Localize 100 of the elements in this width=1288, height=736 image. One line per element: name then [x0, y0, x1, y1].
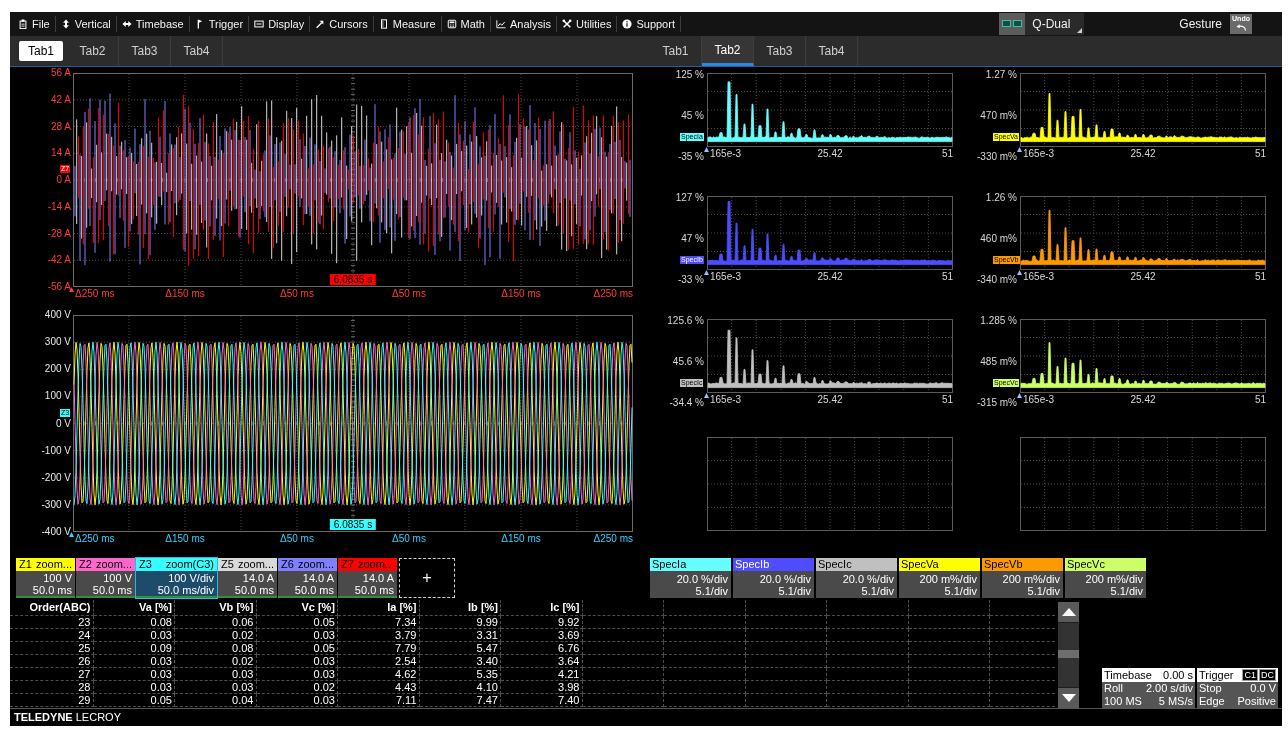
tab[interactable]: Tab3	[119, 36, 171, 66]
horizontal-scale-value: 5.1/div	[778, 584, 811, 597]
menu-item[interactable]: Utilities	[556, 14, 617, 34]
table-cell: 24	[10, 628, 93, 641]
marker-icon	[1017, 393, 1022, 398]
marker-icon	[69, 532, 74, 537]
display-mode-button[interactable]: Q-Dual	[999, 13, 1085, 35]
table-cell: 28	[10, 680, 93, 693]
axis-label: -56 A	[47, 282, 71, 292]
vertical-arrows-icon	[60, 19, 71, 29]
monitor-icon	[254, 19, 265, 29]
scroll-up-button[interactable]	[1058, 602, 1079, 622]
dual-window-icon	[999, 13, 1026, 35]
descriptor-header: SpecVa	[899, 558, 980, 571]
horizontal-scale-value: 5.1/div	[944, 584, 977, 597]
tab[interactable]: Tab3	[754, 36, 806, 66]
trace-id: Z5	[221, 558, 234, 571]
table-cell: 3.98	[500, 680, 582, 693]
descriptor-header: SpecVc	[1065, 558, 1146, 571]
scale-value: 100 V	[43, 571, 72, 584]
scale-value: 20.0 %/div	[842, 572, 894, 585]
axis-label: -35 %	[677, 152, 704, 162]
table-cell: 3.40	[419, 654, 501, 667]
trace-descriptor[interactable]: Z5 zoom... 14.0 A 50.0 ms	[218, 558, 277, 598]
axis-label: -28 A	[47, 228, 71, 239]
table-cell: 6.76	[500, 641, 582, 654]
trace-descriptor[interactable]: SpecVb 200 m%/div 5.1/div	[982, 558, 1063, 598]
axis-label: Δ150 ms	[165, 533, 205, 544]
trace-descriptor[interactable]: Z3 zoom(C3) 100 V/div 50.0 ms/div	[136, 558, 217, 598]
scale-value: 14.0 A	[362, 571, 394, 584]
axis-label: 45 %	[681, 111, 704, 121]
horizontal-scale-value: 5.1/div	[861, 584, 894, 597]
add-trace-button[interactable]: +	[399, 558, 455, 598]
tab[interactable]: Tab4	[171, 36, 223, 66]
dropdown-corner-icon	[1077, 28, 1083, 33]
trace-descriptor[interactable]: SpecIc 20.0 %/div 5.1/div	[816, 558, 897, 598]
menu-item[interactable]: Math	[441, 14, 490, 34]
table-cell: 0.06	[174, 615, 256, 628]
menu-item[interactable]: Support	[617, 14, 680, 34]
axis-label: 0 A	[56, 175, 71, 185]
column-header: Vc [%]	[256, 600, 338, 615]
table-cell: 2.54	[337, 654, 419, 667]
trace-id: Z7	[341, 558, 354, 571]
trace-descriptor[interactable]: SpecVc 200 m%/div 5.1/div	[1065, 558, 1146, 598]
trace-descriptor[interactable]: Z1 zoom... 100 V 50.0 ms	[16, 558, 75, 598]
menu-item[interactable]: Timebase	[116, 14, 189, 34]
table-cell: 3.79	[337, 628, 419, 641]
axis-label: -300 V	[41, 499, 71, 510]
axis-label: 1.26 %	[985, 193, 1017, 203]
trigger-badge: DC	[1259, 669, 1276, 681]
marker-icon	[1017, 147, 1022, 152]
trace-descriptor[interactable]: Z2 zoom... 100 V 50.0 ms	[76, 558, 135, 598]
up-arrow-icon	[1061, 608, 1076, 616]
axis-label: 51	[1254, 148, 1266, 159]
axis-label: -400 V	[41, 527, 71, 537]
tab[interactable]: Tab2	[67, 36, 119, 66]
table-cell: 0.03	[256, 693, 338, 706]
trace-descriptor[interactable]: SpecIa 20.0 %/div 5.1/div	[650, 558, 731, 598]
timebase-value: 50.0 ms	[294, 583, 334, 596]
tab[interactable]: Tab4	[806, 36, 858, 66]
column-header: Ic [%]	[500, 600, 582, 615]
panel-value: 0.00 s	[1163, 668, 1193, 682]
tab[interactable]: Tab2	[702, 36, 754, 66]
trace-descriptor[interactable]: SpecVa 200 m%/div 5.1/div	[899, 558, 980, 598]
menu-item[interactable]: Measure	[373, 14, 441, 34]
setting-value: 0.0 V	[1250, 682, 1276, 695]
trace-descriptor[interactable]: SpecIb 20.0 %/div 5.1/div	[733, 558, 814, 598]
table-cell: 7.40	[500, 693, 582, 706]
menu-item[interactable]: Display	[249, 14, 310, 34]
axis-label: 42 A	[50, 94, 71, 105]
axis-label: 14 A	[50, 148, 71, 159]
axis-label: 470 m%	[980, 111, 1017, 121]
table-cell: 0.03	[256, 667, 338, 680]
axis-label: 165e-3	[710, 393, 742, 406]
timebase-value: 50.0 ms	[354, 583, 394, 596]
trace-descriptor[interactable]: Z7 zoom... 14.0 A 50.0 ms	[338, 558, 397, 598]
axis-label: 25.42	[817, 271, 843, 282]
marker-icon	[704, 393, 709, 398]
axis-label: 51	[941, 271, 953, 282]
column-header: Vb [%]	[174, 600, 256, 615]
menu-item[interactable]: Cursors	[310, 14, 373, 34]
tab[interactable]: Tab1	[19, 41, 63, 61]
axis-label: -34.4 %	[669, 398, 704, 408]
menu-item[interactable]: File	[13, 14, 55, 34]
ruler-icon	[378, 19, 389, 29]
setting-value: 2.00 s/div	[1145, 682, 1193, 695]
menu-item[interactable]: Analysis	[491, 14, 556, 34]
horizontal-scale-value: 5.1/div	[1110, 584, 1143, 597]
setting-label: 100 MS	[1104, 695, 1142, 708]
menu-item[interactable]: Trigger	[189, 14, 249, 34]
axis-label: Δ250 ms	[593, 288, 633, 299]
menu-item[interactable]: Vertical	[55, 14, 116, 34]
scroll-down-button[interactable]	[1058, 688, 1079, 708]
marker-icon	[69, 287, 74, 292]
axis-label: -42 A	[47, 255, 71, 266]
timebase-value: 50.0 ms/div	[157, 583, 214, 596]
trace-descriptor[interactable]: Z6 zoom... 14.0 A 50.0 ms	[278, 558, 337, 598]
marker-icon	[704, 147, 709, 152]
table-cell: 3.69	[500, 628, 582, 641]
scrollbar-thumb[interactable]	[1058, 650, 1079, 658]
